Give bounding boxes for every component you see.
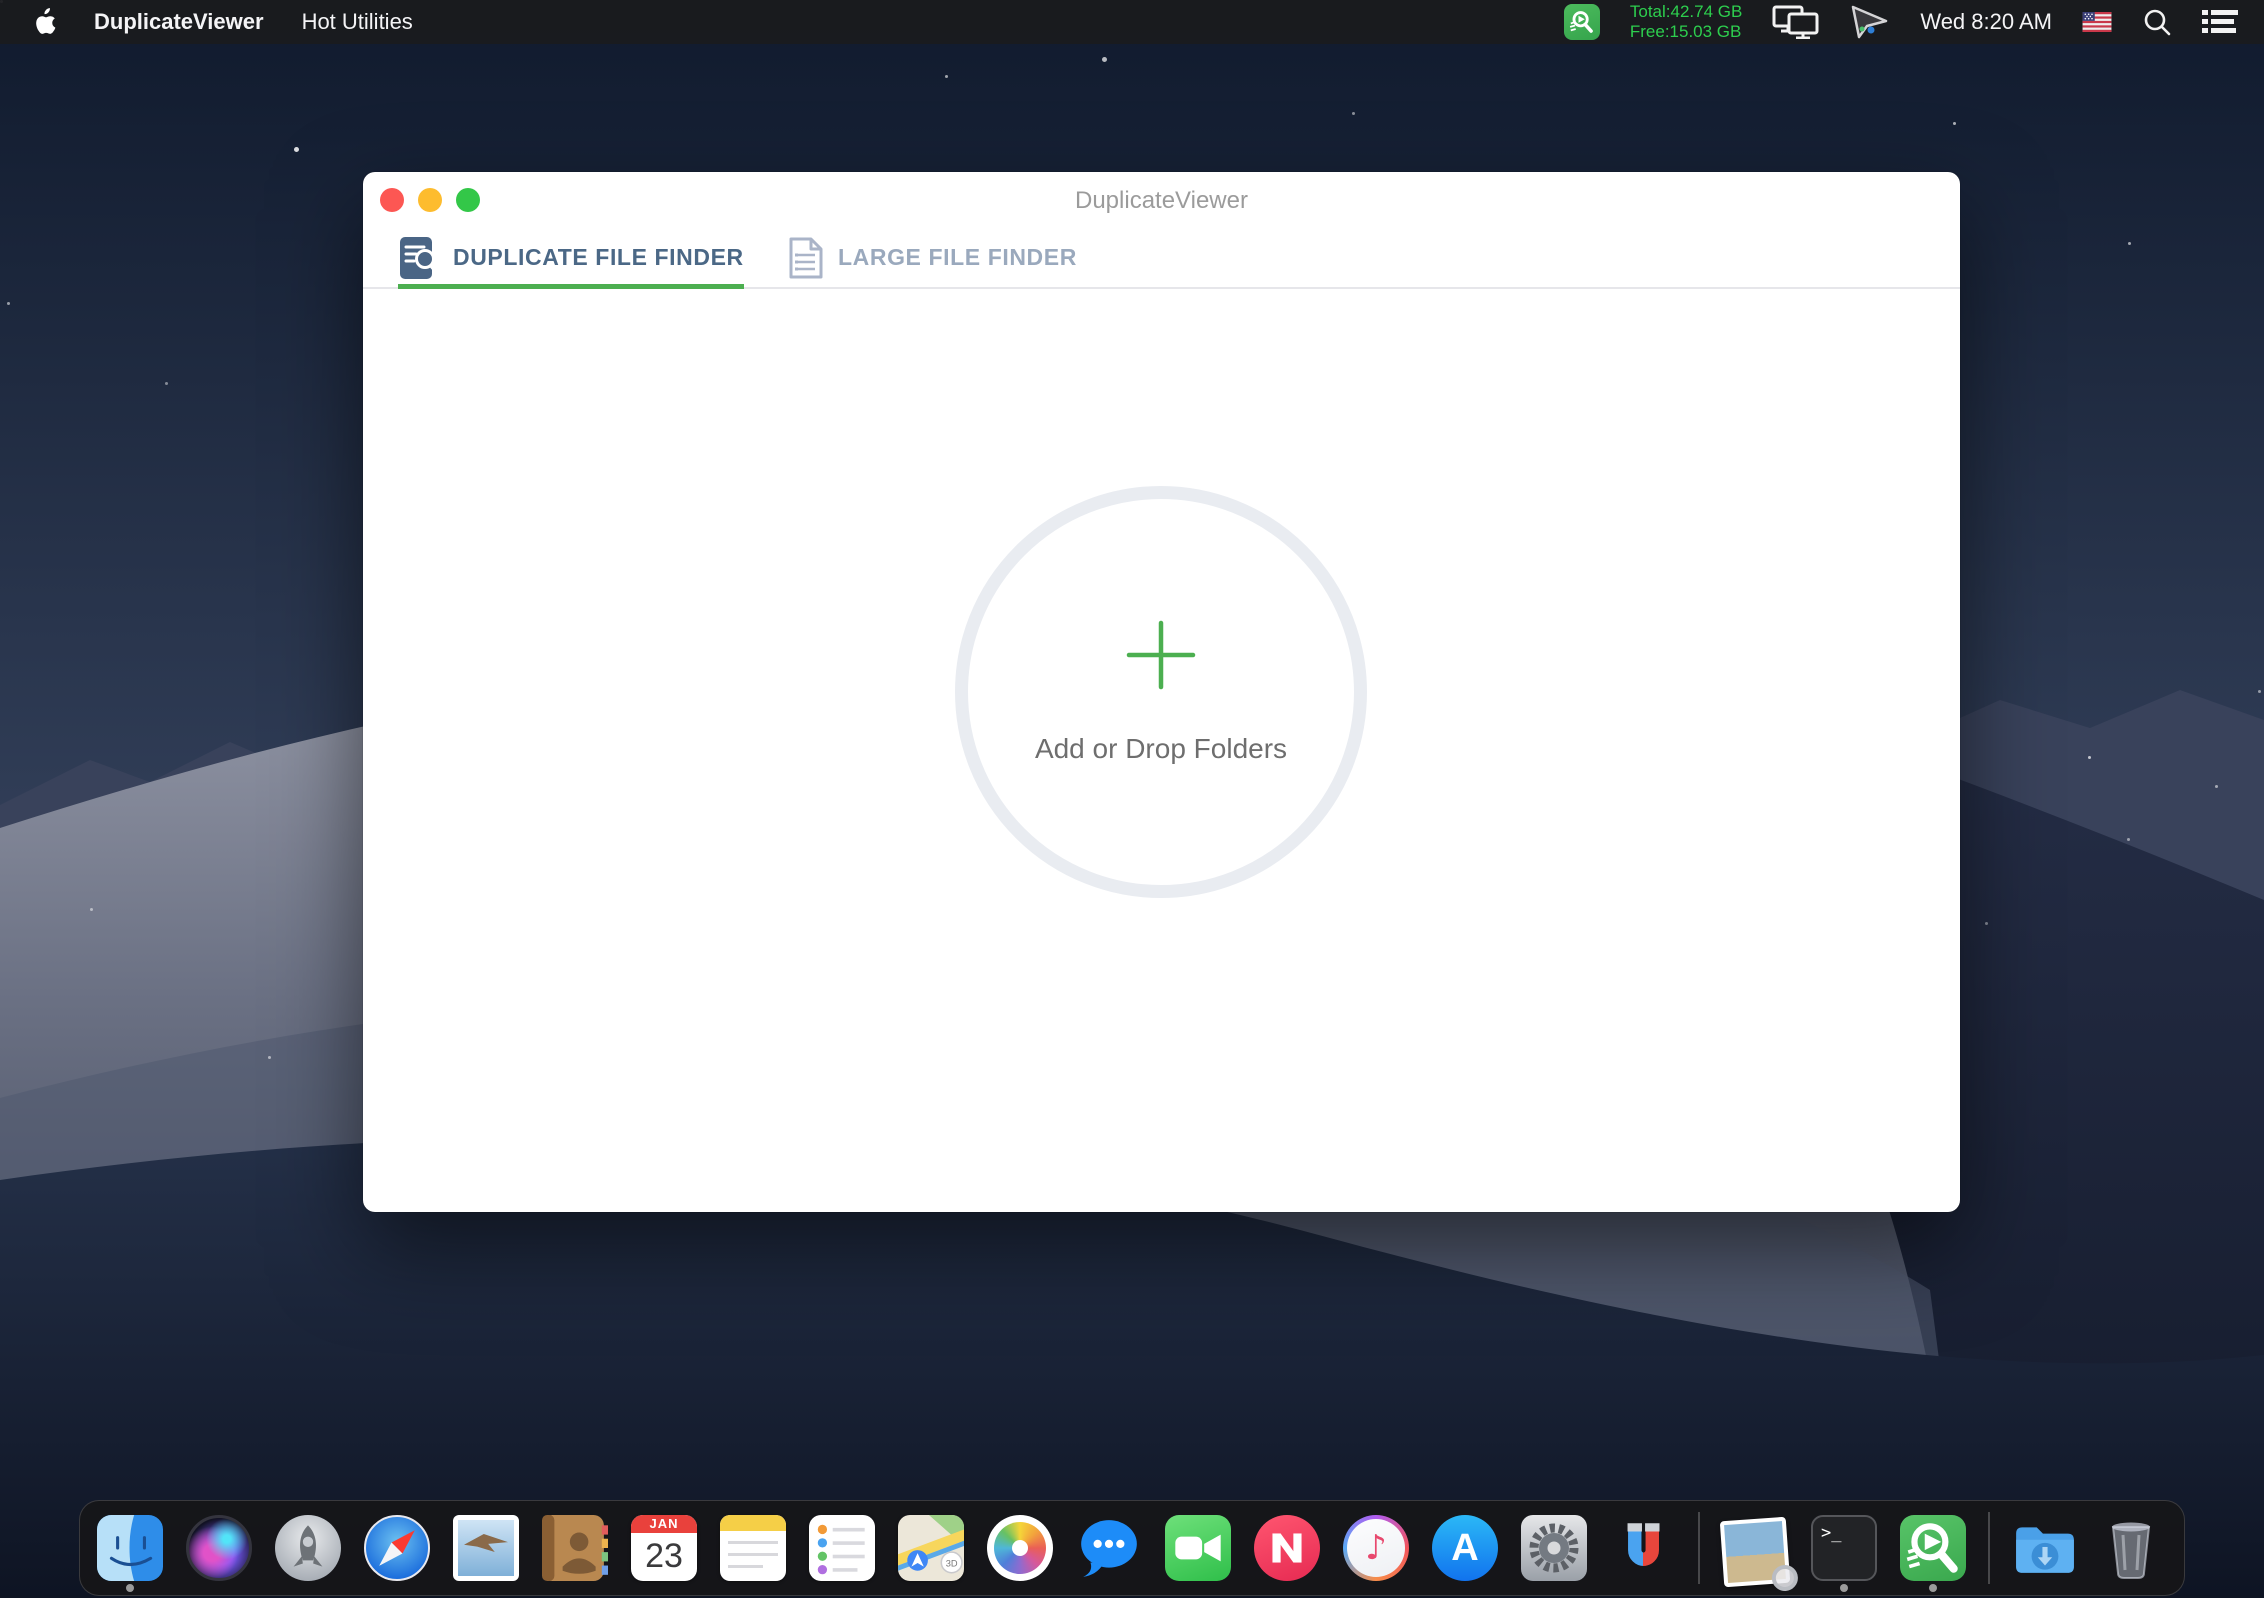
- notes-icon: [720, 1515, 786, 1581]
- system-preferences-icon: [1521, 1515, 1587, 1581]
- calendar-month: JAN: [631, 1515, 697, 1533]
- add-folders-dropzone[interactable]: Add or Drop Folders: [955, 486, 1367, 898]
- menubar-app-name[interactable]: DuplicateViewer: [94, 9, 264, 35]
- running-indicator: [126, 1584, 134, 1592]
- menubar-menu-hot-utilities[interactable]: Hot Utilities: [302, 9, 413, 35]
- dock-item-itunes[interactable]: ♪: [1342, 1506, 1410, 1590]
- dock-item-news[interactable]: [1253, 1506, 1321, 1590]
- dock-item-duplicateviewer[interactable]: [1899, 1506, 1967, 1590]
- dock-item-messages[interactable]: [1075, 1506, 1143, 1590]
- running-indicator: [1929, 1584, 1937, 1592]
- apple-menu-icon[interactable]: [32, 8, 56, 36]
- mail-icon: [453, 1515, 519, 1581]
- dock-item-magnet[interactable]: [1609, 1506, 1677, 1590]
- duplicateviewer-status-icon[interactable]: [1564, 4, 1600, 40]
- trash-icon: [2101, 1515, 2167, 1581]
- dock-item-downloads[interactable]: [2011, 1506, 2079, 1590]
- maps-3d-label: 3D: [946, 1559, 958, 1569]
- desktop: DuplicateViewer Hot Utilities Total:42.7…: [0, 0, 2264, 1598]
- magnet-icon: [1610, 1515, 1676, 1581]
- facetime-icon: [1165, 1515, 1231, 1581]
- dock-item-photos[interactable]: [986, 1506, 1054, 1590]
- tab-duplicate-file-finder[interactable]: DUPLICATE FILE FINDER: [398, 228, 744, 287]
- siri-icon: [186, 1515, 252, 1581]
- itunes-icon: ♪: [1343, 1515, 1409, 1581]
- tab-bar: DUPLICATE FILE FINDER LARGE FILE FINDER: [363, 228, 1960, 289]
- cursor-tool-menu-icon[interactable]: [1850, 4, 1890, 40]
- dock-item-maps[interactable]: 3D: [897, 1506, 965, 1590]
- plus-icon: [1125, 619, 1197, 691]
- terminal-icon: >_: [1811, 1515, 1877, 1581]
- menu-bar: DuplicateViewer Hot Utilities Total:42.7…: [0, 0, 2264, 44]
- window-title: DuplicateViewer: [363, 187, 1960, 215]
- duplicateviewer-window: DuplicateViewer DUPLICATE FILE FINDER LA…: [363, 172, 1960, 1212]
- dock-separator: [1698, 1512, 1700, 1584]
- disk-space-status[interactable]: Total:42.74 GB Free:15.03 GB: [1630, 2, 1742, 42]
- dock-item-launchpad[interactable]: [274, 1506, 342, 1590]
- itunes-note-glyph: ♪: [1347, 1519, 1405, 1577]
- dock-item-contacts[interactable]: [541, 1506, 609, 1590]
- dock-item-calendar[interactable]: JAN 23: [630, 1506, 698, 1590]
- dock: JAN 23 3D: [79, 1500, 2185, 1596]
- safari-icon: [364, 1515, 430, 1581]
- terminal-prompt: >_: [1821, 1523, 1841, 1543]
- messages-icon: [1076, 1515, 1142, 1581]
- dock-item-notes[interactable]: [719, 1506, 787, 1590]
- menubar-clock[interactable]: Wed 8:20 AM: [1920, 9, 2052, 35]
- calendar-day: 23: [631, 1533, 697, 1579]
- dock-item-trash[interactable]: [2100, 1506, 2168, 1590]
- reminders-icon: [809, 1515, 875, 1581]
- maps-icon: 3D: [898, 1515, 964, 1581]
- downloads-folder-icon: [2012, 1515, 2078, 1581]
- launchpad-icon: [275, 1515, 341, 1581]
- disk-total-label: Total:42.74 GB: [1630, 2, 1742, 22]
- large-finder-doc-icon: [787, 235, 825, 281]
- contacts-icon: [542, 1515, 608, 1581]
- tab-large-file-finder[interactable]: LARGE FILE FINDER: [787, 228, 1077, 287]
- news-icon: [1254, 1515, 1320, 1581]
- dock-item-app-store[interactable]: A: [1431, 1506, 1499, 1590]
- dock-item-siri[interactable]: [185, 1506, 253, 1590]
- window-titlebar[interactable]: DuplicateViewer: [363, 172, 1960, 228]
- duplicateviewer-dock-icon: [1900, 1515, 1966, 1581]
- dock-item-mail[interactable]: [452, 1506, 520, 1590]
- tab-label: LARGE FILE FINDER: [838, 244, 1077, 271]
- disk-free-label: Free:15.03 GB: [1630, 22, 1742, 42]
- dock-item-reminders[interactable]: [808, 1506, 876, 1590]
- displays-menu-icon[interactable]: [1772, 5, 1820, 39]
- task-list-menu-icon[interactable]: [2202, 8, 2238, 36]
- app-store-letter: A: [1451, 1527, 1478, 1570]
- spotlight-search-icon[interactable]: [2142, 7, 2172, 37]
- tab-label: DUPLICATE FILE FINDER: [453, 244, 744, 271]
- photos-icon: [987, 1515, 1053, 1581]
- dock-item-terminal[interactable]: >_: [1810, 1506, 1878, 1590]
- app-store-icon: A: [1432, 1515, 1498, 1581]
- duplicate-finder-doc-search-icon: [398, 235, 440, 281]
- pictures-icon: [1720, 1517, 1790, 1587]
- dock-item-facetime[interactable]: [1164, 1506, 1232, 1590]
- dropzone-label: Add or Drop Folders: [1035, 733, 1287, 765]
- dock-separator: [1988, 1512, 1990, 1584]
- dock-item-finder[interactable]: [96, 1506, 164, 1590]
- dock-item-system-preferences[interactable]: [1520, 1506, 1588, 1590]
- dock-item-pictures[interactable]: [1721, 1506, 1789, 1590]
- calendar-icon: JAN 23: [631, 1515, 697, 1581]
- input-language-flag-icon[interactable]: [2082, 12, 2112, 32]
- running-indicator: [1840, 1584, 1848, 1592]
- finder-icon: [97, 1515, 163, 1581]
- dock-item-safari[interactable]: [363, 1506, 431, 1590]
